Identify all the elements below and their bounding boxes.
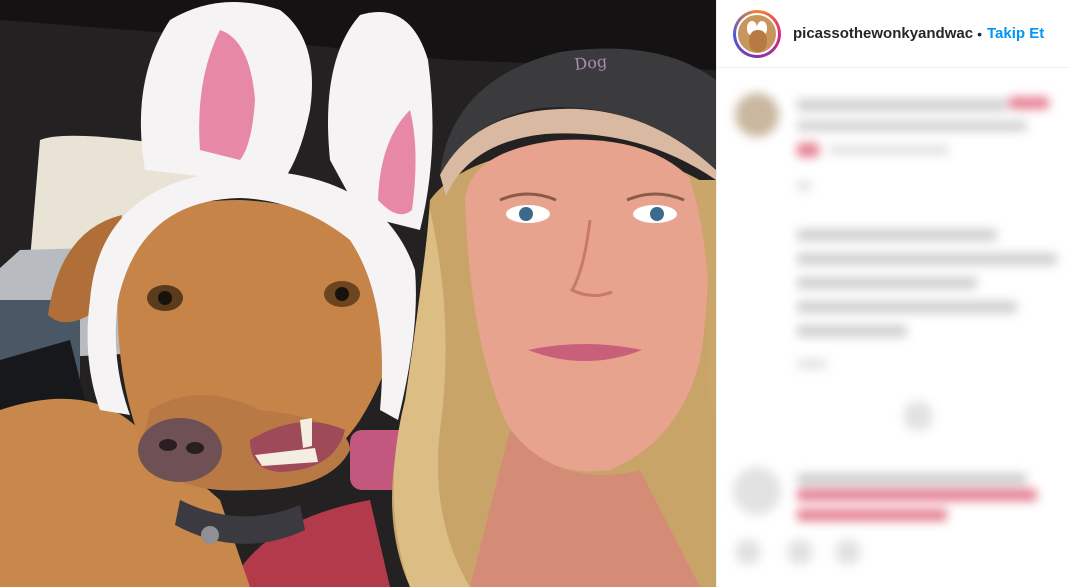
post-side-panel: picassothewonkyandwac • Takip Et — [716, 0, 1068, 587]
blurred-line — [797, 121, 1027, 131]
blurred-line — [797, 181, 811, 191]
instagram-post: Dog picassothewonkyandwac • Takip Et — [0, 0, 1068, 587]
blurred-comments — [717, 69, 1068, 587]
separator-dot: • — [977, 25, 982, 42]
share-icon[interactable] — [835, 539, 861, 565]
blurred-link — [797, 509, 947, 521]
blurred-line — [797, 301, 1017, 313]
blurred-link — [1009, 97, 1049, 109]
blurred-icon — [903, 401, 933, 431]
blurred-line — [829, 145, 949, 155]
blurred-link — [797, 143, 819, 157]
avatar-image — [736, 12, 778, 55]
blurred-line — [797, 473, 1027, 485]
comment-icon[interactable] — [787, 539, 813, 565]
post-header: picassothewonkyandwac • Takip Et — [717, 0, 1068, 68]
blurred-line — [797, 253, 1057, 265]
avatar-dog-face — [749, 29, 767, 52]
blurred-link — [797, 489, 1037, 501]
username-link[interactable]: picassothewonkyandwac — [793, 25, 973, 42]
post-photo[interactable]: Dog — [0, 0, 716, 587]
photo-illustration: Dog — [0, 0, 716, 587]
avatar[interactable] — [733, 9, 781, 58]
blurred-line — [797, 229, 997, 241]
blurred-line — [797, 359, 827, 369]
follow-button[interactable]: Takip Et — [987, 25, 1044, 42]
blurred-avatar — [733, 467, 781, 515]
heart-icon[interactable] — [735, 539, 761, 565]
blurred-line — [797, 99, 1007, 111]
blurred-avatar — [735, 93, 779, 137]
blurred-line — [797, 325, 907, 337]
blurred-line — [797, 277, 977, 289]
cap-logo-text: Dog — [573, 52, 608, 74]
